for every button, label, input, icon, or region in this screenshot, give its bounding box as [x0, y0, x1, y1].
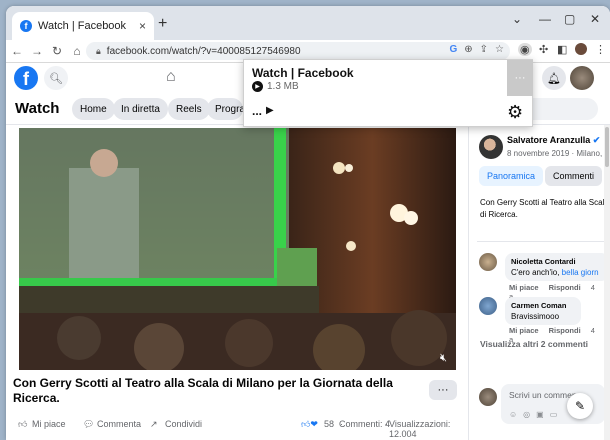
- tab-search-icon[interactable]: ⌄: [512, 12, 522, 26]
- nav-pill-home[interactable]: Home: [72, 98, 115, 120]
- commenter-avatar[interactable]: [479, 253, 497, 271]
- facebook-favicon-icon: f: [20, 20, 32, 32]
- post-actions: 👍︎ Mi piace 💬︎ Commenta ↗ Condividi 👍︎❤︎…: [18, 419, 463, 439]
- popup-file-size: ▶ 1.3 MB: [252, 81, 299, 92]
- side-panel-icon[interactable]: ◧: [557, 43, 567, 56]
- maximize-button[interactable]: ▢: [564, 12, 575, 26]
- tab-strip: f Watch | Facebook × + ⌄ — ▢ ✕: [6, 6, 610, 40]
- omnibox-actions: G ⊕ ⇪ ☆: [449, 44, 504, 55]
- comment-reply-button[interactable]: Rispondi: [549, 283, 581, 292]
- address-bar[interactable]: 🔒︎ facebook.com/watch/?v=400085127546980…: [86, 42, 510, 60]
- search-icon[interactable]: 🔍︎: [44, 66, 68, 90]
- share-button[interactable]: Condividi: [165, 419, 202, 429]
- scrollbar-thumb[interactable]: [605, 127, 609, 167]
- current-user-avatar: [479, 388, 497, 406]
- install-icon[interactable]: ⊕: [464, 44, 472, 55]
- page-scrollbar[interactable]: [604, 125, 610, 440]
- commenter-avatar[interactable]: [479, 297, 497, 315]
- comment-link[interactable]: bella giorn: [562, 268, 599, 277]
- nav-pill-reels[interactable]: Reels: [168, 98, 210, 120]
- verified-badge-icon: ✔︎: [592, 135, 601, 145]
- reactions-count[interactable]: 58: [324, 419, 334, 429]
- post-description: Con Gerry Scotti al Teatro alla Scala di…: [480, 198, 609, 219]
- nav-pill-live[interactable]: In diretta: [113, 98, 168, 120]
- popup-menu-dots[interactable]: ...: [252, 104, 262, 118]
- comment-text: Bravissimooo: [511, 312, 560, 321]
- video-player[interactable]: 🔇︎: [19, 128, 456, 370]
- share-icon[interactable]: ⇪: [480, 44, 488, 55]
- url-text: facebook.com/watch/?v=400085127546980: [106, 45, 301, 57]
- main-content: 🔇︎ Con Gerry Scotti al Teatro alla Scala…: [6, 125, 468, 440]
- reload-icon[interactable]: ↻: [48, 44, 66, 58]
- nav-pill-programs[interactable]: Program: [207, 98, 243, 120]
- views-count: Visualizzazioni: 12.004: [389, 419, 451, 439]
- home-nav-icon[interactable]: ⌂: [166, 68, 176, 86]
- count-separator: ·: [385, 419, 388, 429]
- comment-reply-button[interactable]: Rispondi: [549, 326, 581, 335]
- comment-like-button[interactable]: Mi piace: [509, 326, 539, 335]
- google-icon[interactable]: G: [449, 44, 457, 55]
- tab-title: Watch | Facebook: [38, 20, 127, 32]
- share-icon[interactable]: ↗: [150, 419, 158, 430]
- like-button[interactable]: Mi piace: [32, 419, 66, 429]
- like-icon[interactable]: 👍︎: [18, 419, 27, 430]
- minimize-button[interactable]: —: [539, 12, 551, 26]
- comment-input-icons[interactable]: ☺◎▣▭: [509, 410, 563, 419]
- bookmark-star-icon[interactable]: ☆: [495, 44, 504, 55]
- video-frame: 🔇︎: [19, 128, 456, 370]
- author-name[interactable]: Salvatore Aranzulla ✔︎: [507, 135, 600, 146]
- popup-video-title: Watch | Facebook: [252, 66, 354, 80]
- play-icon[interactable]: ▶: [252, 81, 263, 92]
- comment-author[interactable]: Nicoletta Contardi: [511, 256, 603, 267]
- comment-placeholder: Scrivi un commen: [509, 390, 577, 400]
- tab-comments[interactable]: Commenti: [545, 166, 603, 186]
- sidebar-divider: [477, 241, 605, 242]
- home-icon[interactable]: ⌂: [68, 44, 86, 58]
- profile-avatar[interactable]: [575, 43, 587, 55]
- comment-button[interactable]: Commenta: [97, 419, 141, 429]
- comment-bubble: Nicoletta Contardi C'ero anch'io, bella …: [505, 253, 609, 281]
- browser-window: f Watch | Facebook × + ⌄ — ▢ ✕ ← → ↻ ⌂ 🔒…: [6, 6, 610, 440]
- back-icon[interactable]: ←: [8, 44, 26, 58]
- view-more-comments-link[interactable]: Visualizza altri 2 commenti: [480, 339, 588, 349]
- new-message-edit-icon[interactable]: ✎: [567, 393, 593, 419]
- author-avatar[interactable]: [479, 135, 503, 159]
- comments-count[interactable]: Commenti: 4: [339, 419, 390, 429]
- settings-gear-icon[interactable]: ⚙︎: [507, 102, 523, 123]
- reactions-icon[interactable]: 👍︎❤︎: [301, 419, 318, 430]
- post-date: 8 novembre 2019 · Milano, Lo: [507, 149, 610, 158]
- comment-icon[interactable]: 💬︎: [83, 419, 94, 430]
- account-avatar[interactable]: [570, 66, 594, 90]
- close-window-button[interactable]: ✕: [590, 12, 600, 26]
- svg-text:🔇︎: 🔇︎: [440, 351, 447, 364]
- post-sidebar: Salvatore Aranzulla ✔︎ 8 novembre 2019 ·…: [468, 125, 610, 440]
- tab-overview[interactable]: Panoramica: [479, 166, 544, 186]
- forward-icon[interactable]: →: [28, 44, 46, 58]
- comment-text: C'ero anch'io,: [511, 268, 562, 277]
- popup-more-button[interactable]: ···: [507, 60, 533, 96]
- browser-tab[interactable]: f Watch | Facebook ×: [12, 12, 154, 40]
- more-options-button[interactable]: ···: [429, 380, 457, 400]
- comment-bubble: Carmen Coman Bravissimooo: [505, 297, 581, 325]
- download-popup: Watch | Facebook ▶ 1.3 MB ··· ... ▶ ⚙︎: [243, 59, 533, 127]
- lock-icon[interactable]: 🔒︎: [96, 46, 101, 57]
- notifications-icon[interactable]: 🔔︎: [542, 66, 566, 90]
- file-size-value: 1.3 MB: [267, 81, 299, 92]
- comment-like-button[interactable]: Mi piace: [509, 283, 539, 292]
- facebook-logo[interactable]: f: [14, 66, 38, 90]
- new-tab-button[interactable]: +: [158, 15, 167, 33]
- tab-close-icon[interactable]: ×: [139, 19, 146, 33]
- extensions-puzzle-icon[interactable]: ✣: [539, 43, 548, 56]
- video-downloader-extension-icon[interactable]: ◉: [518, 43, 532, 56]
- browser-menu-icon[interactable]: ⋮: [595, 43, 606, 56]
- popup-arrow-icon[interactable]: ▶: [266, 105, 274, 116]
- video-caption: Con Gerry Scotti al Teatro alla Scala di…: [13, 376, 393, 405]
- page-title: Watch: [15, 100, 60, 117]
- comment-author[interactable]: Carmen Coman: [511, 300, 575, 311]
